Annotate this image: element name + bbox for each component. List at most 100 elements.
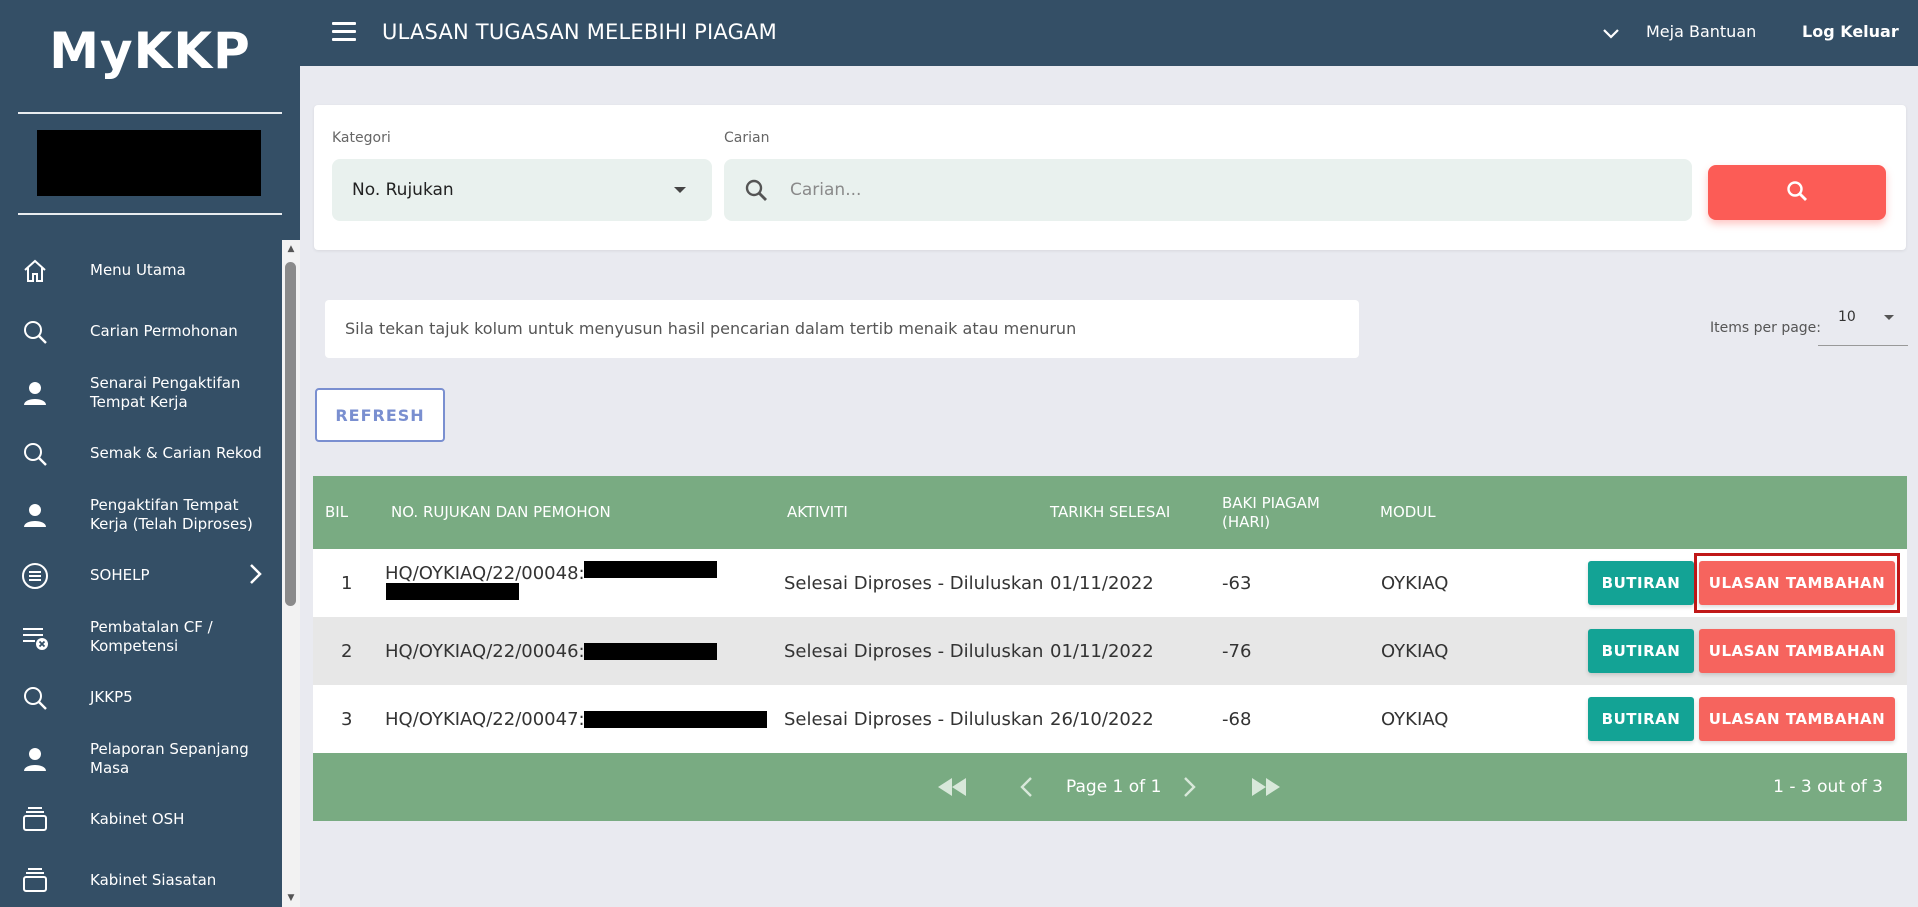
redacted-applicant [386,583,519,600]
table-row: 1 HQ/OYKIAQ/22/00048: Selesai Diproses -… [313,549,1907,617]
detail-button[interactable]: BUTIRAN [1588,697,1694,741]
next-page-icon[interactable] [1183,753,1197,821]
top-bar: ULASAN TUGASAN MELEBIHI PIAGAM Meja Bant… [300,0,1918,66]
range-indicator: 1 - 3 out of 3 [1773,777,1883,797]
search-button[interactable] [1708,165,1886,220]
cell-ref: HQ/OYKIAQ/22/00047: [385,708,585,730]
logout-link[interactable]: Log Keluar [1802,22,1899,41]
sidebar-item-label: Senarai Pengaktifan Tempat Kerja [90,373,241,411]
column-header-module[interactable]: MODUL [1380,476,1436,549]
dropdown-caret-icon [1884,315,1894,320]
dropdown-caret-icon [674,187,686,193]
chevron-down-icon[interactable] [1600,22,1622,44]
cell-end-date: 01/11/2022 [1050,640,1154,662]
additional-review-button[interactable]: ULASAN TAMBAHAN [1699,629,1895,673]
column-header-bil[interactable]: BIL [325,476,348,549]
redacted-user-info [37,130,261,196]
redacted-applicant [584,711,767,728]
sidebar-item-jkkp5[interactable]: JKKP5 [0,667,282,728]
search-card: Kategori No. Rujukan Carian [314,105,1906,250]
scroll-up-arrow[interactable]: ▲ [285,244,297,254]
cabinet-icon [20,805,50,835]
app-logo: MyKKP [49,22,251,80]
search-label: Carian [724,130,770,146]
redacted-applicant [584,643,717,660]
sidebar-item-menu-utama[interactable]: Menu Utama [0,240,282,301]
search-icon [1786,180,1808,206]
divider [18,213,282,215]
search-icon [20,683,50,713]
cell-baki: -76 [1222,640,1252,662]
search-icon [744,178,768,202]
search-icon [20,439,50,469]
sidebar-item-pelaporan[interactable]: Pelaporan Sepanjang Masa [0,728,282,789]
column-header-end-date[interactable]: TARIKH SELESAI [1050,476,1170,549]
table-row: 2 HQ/OYKIAQ/22/00046: Selesai Diproses -… [313,617,1907,685]
sidebar-item-label: Menu Utama [90,261,186,279]
sidebar-item-label: Semak & Carian Rekod [90,444,262,462]
sidebar-item-pembatalan[interactable]: Pembatalan CF / Kompetensi [0,606,282,667]
list-cancel-icon [20,622,50,652]
cell-module: OYKIAQ [1381,640,1449,662]
items-per-page-select[interactable]: 10 [1818,300,1908,346]
search-field[interactable] [724,159,1692,221]
sidebar-item-label: Pelaporan Sepanjang Masa [90,739,249,777]
sidebar-item-kabinet-osh[interactable]: Kabinet OSH [0,789,282,850]
sidebar-item-label: Kabinet OSH [90,810,185,828]
person-icon [20,500,50,530]
page-title: ULASAN TUGASAN MELEBIHI PIAGAM [382,20,777,44]
cell-module: OYKIAQ [1381,572,1449,594]
scroll-down-arrow[interactable]: ▼ [285,893,297,903]
column-header-activity[interactable]: AKTIVITI [787,476,848,549]
refresh-button[interactable]: REFRESH [315,388,445,442]
redacted-applicant [584,561,717,578]
person-icon [20,744,50,774]
cell-activity: Selesai Diproses - Diluluskan [784,572,1044,594]
column-header-baki[interactable]: BAKI PIAGAM (HARI) [1222,476,1332,549]
category-value: No. Rujukan [352,180,454,200]
last-page-icon[interactable] [1248,753,1282,821]
cell-bil: 3 [341,708,353,730]
sidebar-scroll-thumb[interactable] [285,262,296,606]
person-icon [20,378,50,408]
cell-bil: 2 [341,640,353,662]
cell-activity: Selesai Diproses - Diluluskan [784,640,1044,662]
additional-review-button[interactable]: ULASAN TAMBAHAN [1699,561,1895,605]
sidebar-item-semak-carian[interactable]: Semak & Carian Rekod [0,423,282,484]
sidebar-item-label: Carian Permohonan [90,322,238,340]
first-page-icon[interactable] [936,753,970,821]
sidebar-item-label: JKKP5 [90,688,133,706]
sidebar-item-label: Kabinet Siasatan [90,871,217,889]
search-input[interactable] [790,171,1670,209]
menu-toggle-icon[interactable] [332,22,356,42]
table-pagination: Page 1 of 1 1 - 3 out of 3 [313,753,1907,821]
cell-end-date: 01/11/2022 [1050,572,1154,594]
cabinet-icon [20,866,50,896]
help-desk-link[interactable]: Meja Bantuan [1646,22,1756,41]
cell-baki: -63 [1222,572,1252,594]
search-icon [20,317,50,347]
sidebar-item-sohelp[interactable]: SOHELP [0,545,282,606]
items-per-page-label: Items per page: [1710,320,1822,336]
sort-hint-box: Sila tekan tajuk kolum untuk menyusun ha… [325,300,1359,358]
list-circle-icon [20,561,50,591]
home-icon [20,256,50,286]
category-select[interactable]: No. Rujukan [332,159,712,221]
sidebar-item-pengaktifan-diproses[interactable]: Pengaktifan Tempat Kerja (Telah Diproses… [0,484,282,545]
sidebar: MyKKP Menu Utama Carian Permohonan Senar… [0,0,300,907]
cell-bil: 1 [341,572,353,594]
detail-button[interactable]: BUTIRAN [1588,629,1694,673]
sidebar-item-carian-permohonan[interactable]: Carian Permohonan [0,301,282,362]
sidebar-item-label: SOHELP [90,566,150,584]
divider [18,112,282,114]
cell-module: OYKIAQ [1381,708,1449,730]
category-label: Kategori [332,130,391,146]
cell-end-date: 26/10/2022 [1050,708,1154,730]
sidebar-item-kabinet-siasatan[interactable]: Kabinet Siasatan [0,850,282,907]
results-table: BIL NO. RUJUKAN DAN PEMOHON AKTIVITI TAR… [313,476,1907,821]
detail-button[interactable]: BUTIRAN [1588,561,1694,605]
sidebar-item-senarai-pengaktifan[interactable]: Senarai Pengaktifan Tempat Kerja [0,362,282,423]
page-indicator: Page 1 of 1 [1066,777,1162,797]
additional-review-button[interactable]: ULASAN TAMBAHAN [1699,697,1895,741]
prev-page-icon[interactable] [1019,753,1033,821]
